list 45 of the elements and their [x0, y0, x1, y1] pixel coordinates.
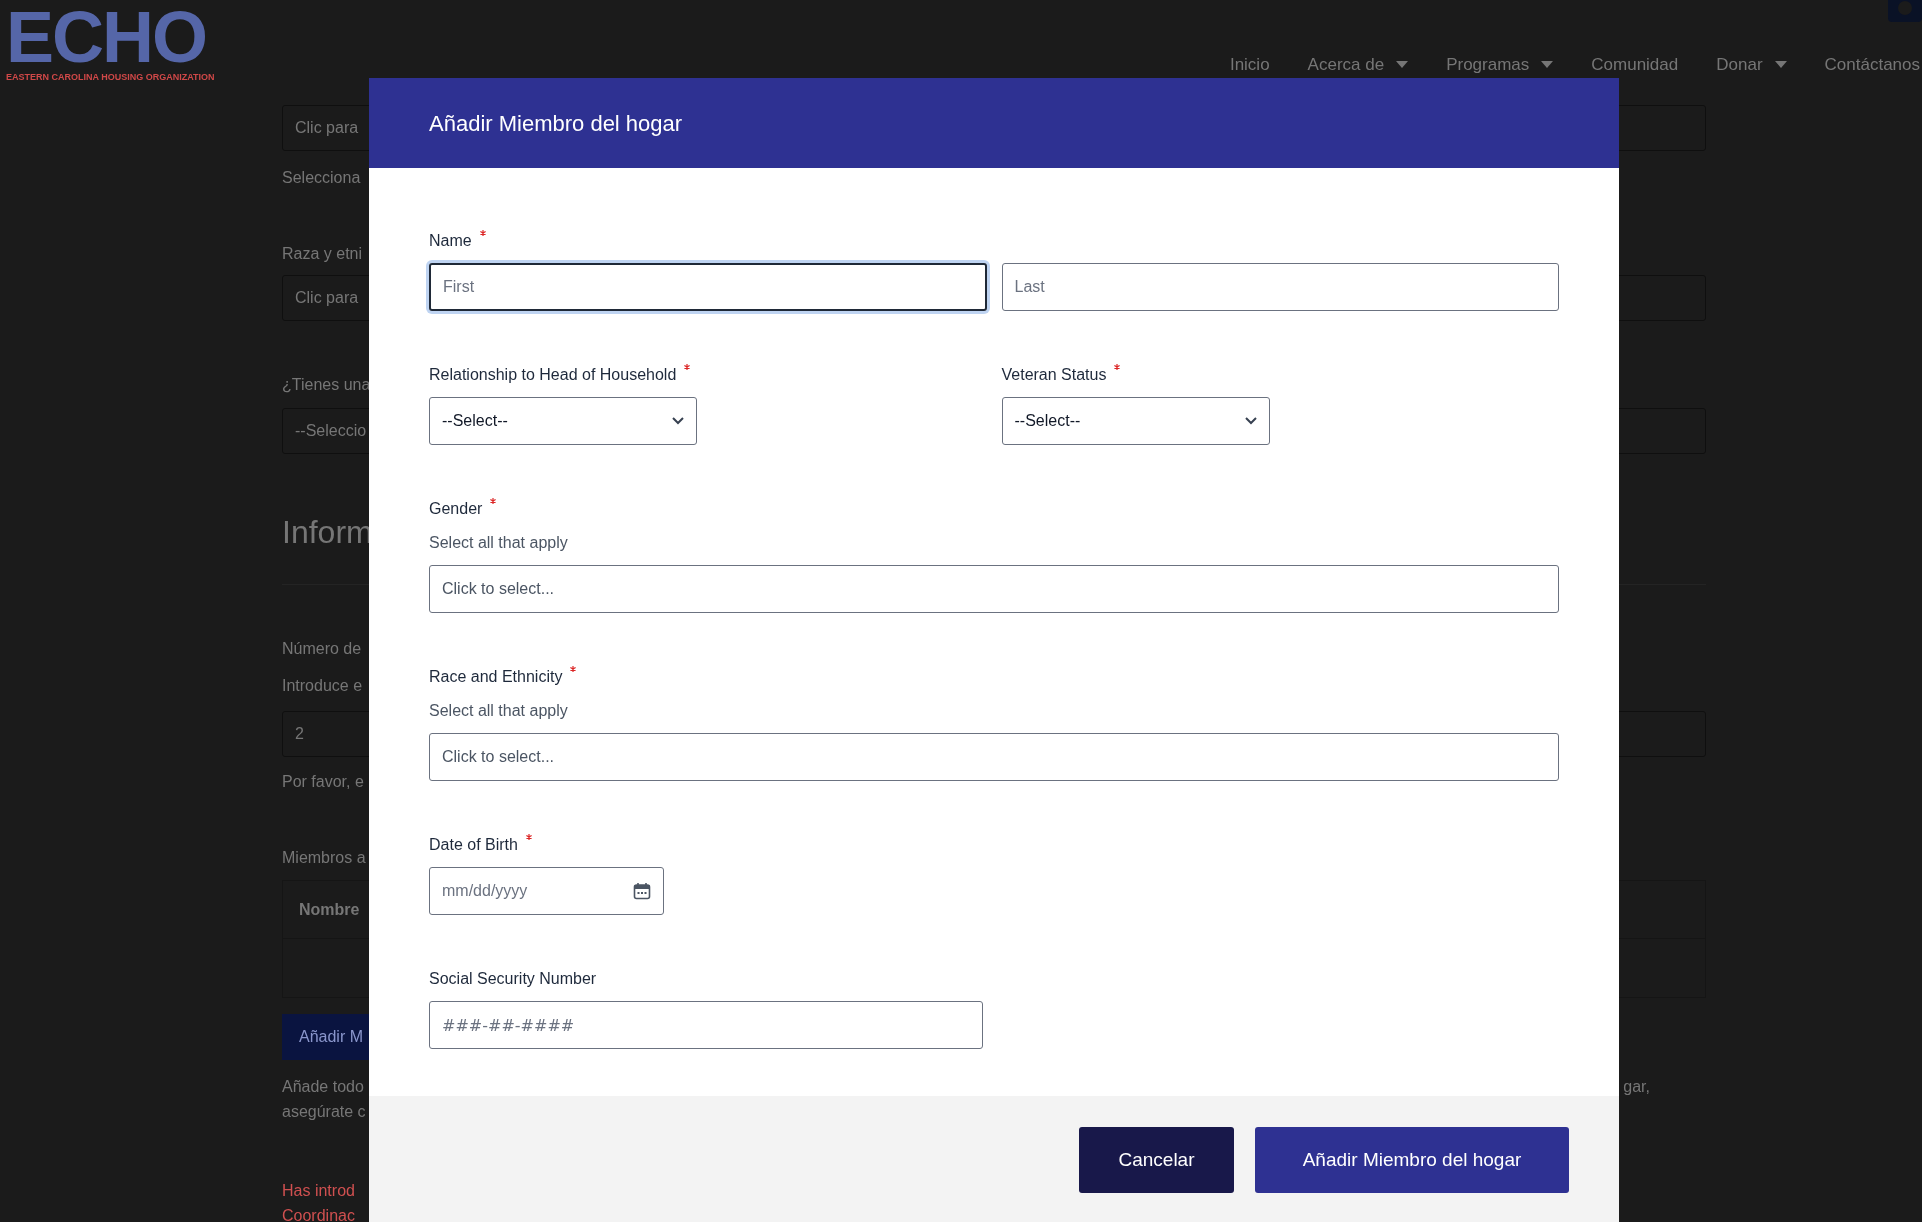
cancel-button[interactable]: Cancelar [1079, 1127, 1234, 1193]
error-text: Coordinac [282, 1206, 355, 1222]
name-input-field[interactable]: First [429, 263, 987, 311]
nav-link[interactable]: Comunidad [1591, 52, 1679, 78]
help-text: Añade todo [282, 1077, 364, 1097]
select-dropdown[interactable]: --Select-- [429, 397, 697, 445]
select-dropdown[interactable]: --Select-- [1001, 397, 1270, 445]
calendar-icon [633, 882, 651, 900]
field-label: Social Security Number [429, 969, 597, 989]
modal-title: Añadir Miembro del hogar [429, 109, 683, 138]
help-text: gar, [1623, 1077, 1651, 1097]
field-label: Gender [429, 499, 483, 519]
background-label: Miembros a [282, 848, 366, 868]
nav-link[interactable]: Programas [1446, 52, 1554, 78]
helper-text: Select all that apply [429, 701, 568, 721]
nav-link[interactable]: Acerca de [1307, 52, 1409, 78]
multiselect-field[interactable]: Click to select... [429, 565, 1559, 613]
field-label: Date of Birth [429, 835, 518, 855]
chevron-down-icon [672, 417, 684, 425]
help-text: asegúrate c [282, 1102, 366, 1122]
nav-link[interactable]: Inicio [1229, 52, 1270, 78]
date-input-field[interactable]: mm/dd/yyyy [429, 867, 664, 915]
table-header: Nombre [299, 899, 360, 920]
field-label: Race and Ethnicity [429, 667, 563, 687]
error-text: Has introd [282, 1181, 355, 1201]
nav-link[interactable]: Donar [1716, 52, 1787, 78]
background-heading: Inform [282, 513, 373, 552]
background-label: ¿Tienes una [282, 375, 371, 395]
help-text: Por favor, e [282, 772, 364, 792]
field-label: Name [429, 231, 472, 251]
field-label: Relationship to Head of Household [429, 365, 677, 385]
background-label: Raza y etni [282, 244, 363, 264]
helper-text: Select all that apply [429, 533, 568, 553]
nav-link[interactable]: Contáctanos [1824, 52, 1920, 78]
help-text: Selecciona [282, 168, 361, 188]
name-input-field[interactable]: Last [1001, 263, 1559, 311]
chevron-down-icon [1244, 417, 1257, 425]
help-text: Introduce e [282, 676, 363, 696]
logo-tagline: EASTERN CAROLINA HOUSING ORGANIZATION [6, 72, 215, 82]
field-label: Veteran Status [1001, 365, 1107, 385]
background-label: Número de [282, 639, 362, 659]
add-member-button[interactable]: Añadir Miembro del hogar [1255, 1127, 1569, 1193]
logo-wordmark[interactable]: ECHO [6, 2, 215, 72]
text-input-field[interactable]: ###-##-#### [429, 1001, 983, 1049]
multiselect-field[interactable]: Click to select... [429, 733, 1559, 781]
